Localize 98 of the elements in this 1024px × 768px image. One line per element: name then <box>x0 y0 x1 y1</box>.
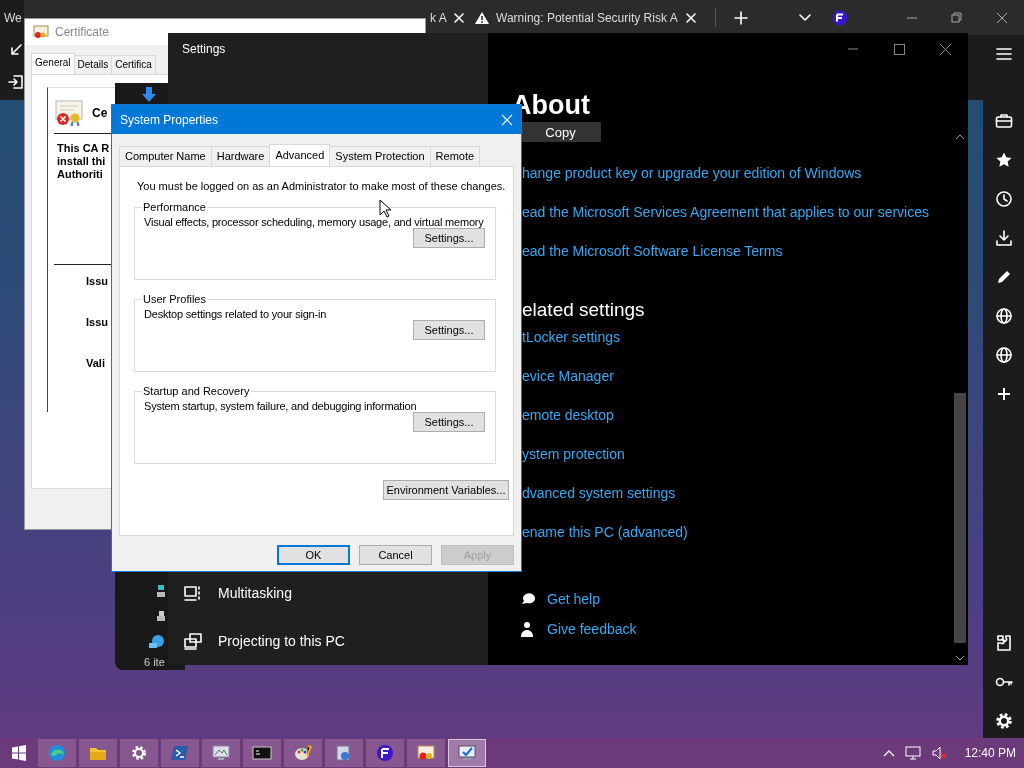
link[interactable]: ystem protection <box>522 444 625 464</box>
tab-title: k A <box>430 10 447 25</box>
close-icon[interactable] <box>939 43 951 55</box>
chevron-down-icon[interactable] <box>798 12 812 23</box>
monitor-icon <box>211 743 231 763</box>
taskbar-button[interactable] <box>202 739 240 767</box>
system-properties-icon <box>457 743 477 763</box>
browser-tab[interactable]: k A <box>426 0 470 35</box>
group-description: Visual effects, processor scheduling, memory usage, and virtual memory <box>144 216 485 228</box>
projector-icon <box>184 632 202 650</box>
settings-button[interactable]: Settings... <box>413 320 485 340</box>
section-heading: elated settings <box>522 298 646 322</box>
paint-icon <box>293 743 313 763</box>
group-description: Desktop settings related to your sign-in <box>144 308 328 320</box>
window-title: Settings <box>182 42 226 56</box>
extension-icon <box>375 743 395 763</box>
window-title: System Properties <box>120 112 219 127</box>
link[interactable]: Give feedback <box>547 619 637 639</box>
dialog-button[interactable]: Cancel <box>359 545 432 565</box>
browser-tab[interactable]: Warning: Potential Security Risk A <box>470 0 705 35</box>
tab-title: Warning: Potential Security Risk A <box>496 10 679 25</box>
clock[interactable]: 12:40 PM <box>964 746 1016 760</box>
browser-icon <box>47 743 67 763</box>
restore-icon[interactable] <box>950 11 963 24</box>
windows-icon[interactable] <box>11 745 27 761</box>
certificate-icon <box>54 99 84 127</box>
field-label: Vali <box>86 357 105 369</box>
group-title: Performance <box>142 201 207 213</box>
extension-icon[interactable] <box>832 9 848 26</box>
group-title: Startup and Recovery <box>142 385 251 397</box>
link[interactable]: Get help <box>547 589 600 609</box>
group-description: System startup, system failure, and debugging information <box>144 400 418 412</box>
status-text: 6 ite <box>144 656 165 668</box>
certificate-heading: Ce <box>92 106 108 120</box>
new-tab-icon[interactable] <box>734 10 748 25</box>
tab[interactable]: Remote <box>429 146 481 166</box>
tab[interactable]: Computer Name <box>119 146 212 166</box>
certificate-icon <box>33 25 49 39</box>
notice-text: You must be logged on as an Administrator to make most of these changes. <box>137 180 507 192</box>
chevron-up-icon[interactable] <box>882 749 895 757</box>
link[interactable]: emote desktop <box>522 405 614 425</box>
taskbar-button[interactable] <box>120 739 158 767</box>
cursor-icon <box>379 199 391 218</box>
feedback-icon <box>519 621 535 637</box>
link[interactable]: ead the Microsoft Software License Terms <box>522 241 783 261</box>
copy-button[interactable]: Copy <box>520 122 601 142</box>
tab[interactable]: General <box>31 53 75 74</box>
taskbar-button[interactable] <box>366 739 404 767</box>
multitasking-icon <box>184 584 202 602</box>
clock-icon[interactable] <box>994 190 1013 208</box>
description-line: install thi <box>56 155 106 168</box>
window-title: Certificate <box>55 25 110 39</box>
description-line: Authoriti <box>56 168 103 181</box>
download-icon[interactable] <box>994 229 1013 247</box>
globe-icon[interactable] <box>994 307 1013 325</box>
star-icon[interactable] <box>994 151 1013 169</box>
close-icon[interactable] <box>995 11 1008 24</box>
link[interactable]: tLocker settings <box>522 327 621 347</box>
arrow-icon[interactable] <box>8 42 24 58</box>
taskbar-button[interactable] <box>243 739 281 767</box>
dialog-button[interactable]: OK <box>277 545 350 565</box>
scroll-up-icon[interactable] <box>955 134 965 140</box>
tab-title: We <box>4 10 22 25</box>
help-icon <box>519 591 535 607</box>
settings-button[interactable]: Settings... <box>413 228 485 248</box>
terminal-icon <box>170 743 190 763</box>
link[interactable]: ead the Microsoft Services Agreement that applies to our services <box>522 202 929 222</box>
environment-variables-button[interactable]: Environment Variables... <box>383 480 509 500</box>
group-title: User Profiles <box>142 293 207 305</box>
settings-icon <box>129 743 149 763</box>
link[interactable]: ename this PC (advanced) <box>522 522 688 542</box>
puzzle-icon[interactable] <box>994 634 1013 652</box>
maximize-icon[interactable] <box>893 43 905 55</box>
settings-icon[interactable] <box>994 712 1013 730</box>
browser-tab[interactable]: We <box>0 0 24 35</box>
command-prompt-icon <box>252 743 272 763</box>
tab[interactable]: Advanced <box>269 144 331 166</box>
link[interactable]: evice Manager <box>522 366 614 386</box>
globe-icon[interactable] <box>994 346 1013 364</box>
taskbar-button[interactable] <box>407 739 445 767</box>
settings-button[interactable]: Settings... <box>413 412 485 432</box>
taskbar-button[interactable] <box>448 739 486 767</box>
field-label: Issu <box>86 275 108 287</box>
link[interactable]: dvanced system settings <box>522 483 676 503</box>
sign-in-icon[interactable] <box>8 74 24 90</box>
menu-icon[interactable] <box>996 47 1012 61</box>
scroll-thumb[interactable] <box>954 393 966 643</box>
warning-icon <box>474 10 490 25</box>
description-line: This CA R <box>56 142 110 155</box>
tab[interactable]: Certifica <box>111 55 156 74</box>
link[interactable]: hange product key or upgrade your edition of Windows <box>522 163 862 183</box>
scroll-down-icon[interactable] <box>955 655 965 661</box>
volume-muted-icon[interactable] <box>930 745 947 761</box>
briefcase-icon[interactable] <box>994 112 1013 130</box>
taskbar-button[interactable] <box>284 739 322 767</box>
nav-item[interactable]: Multitasking <box>168 569 488 617</box>
nav-item[interactable]: Projecting to this PC <box>168 617 488 665</box>
field-label: Issu <box>86 316 108 328</box>
